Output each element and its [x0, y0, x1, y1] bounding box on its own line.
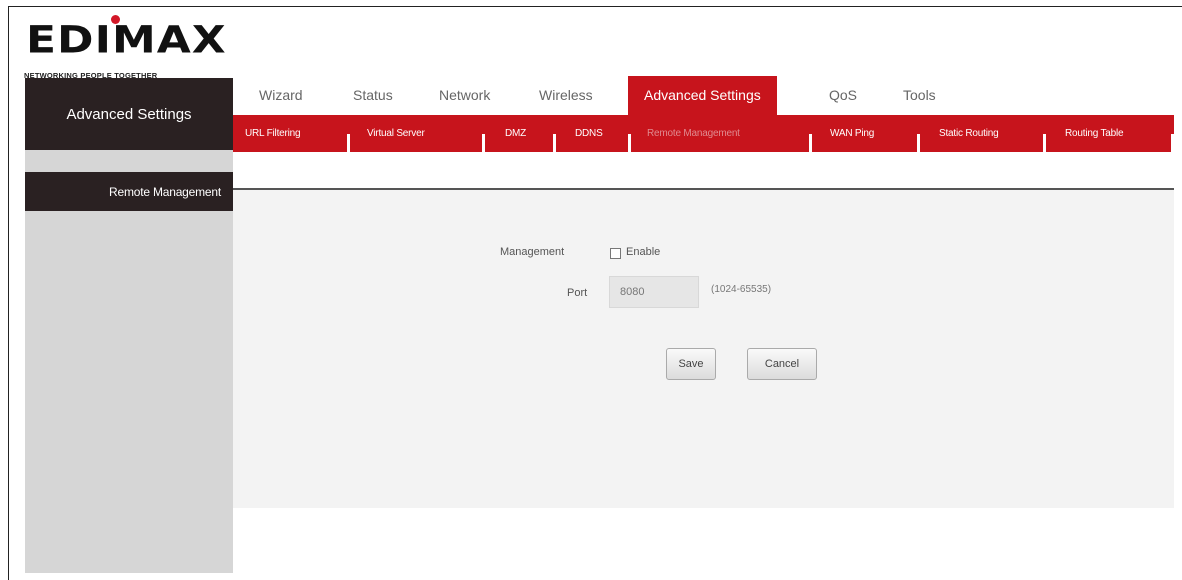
sub-nav: URL Filtering Virtual Server DMZ DDNS Re… — [233, 115, 1174, 152]
tab-network[interactable]: Network — [439, 76, 490, 115]
subnav-separator — [1171, 134, 1174, 152]
subnav-separator — [917, 134, 920, 152]
tab-wizard[interactable]: Wizard — [259, 76, 303, 115]
logo-dot — [111, 15, 120, 24]
subnav-separator — [628, 134, 631, 152]
subtab-wan-ping[interactable]: WAN Ping — [830, 115, 874, 152]
sidebar-item-remote-management[interactable]: Remote Management — [25, 172, 233, 211]
subnav-separator — [1043, 134, 1046, 152]
save-button[interactable]: Save — [666, 348, 716, 380]
tab-wireless[interactable]: Wireless — [539, 76, 593, 115]
cancel-button[interactable]: Cancel — [747, 348, 817, 380]
edimax-logo: EDIMAX NETWORKING PEOPLE TOGETHER — [24, 14, 254, 84]
page-title-area — [233, 152, 1174, 188]
remote-management-form: Management Enable Port (1024-65535) Save… — [233, 190, 1174, 508]
sidebar-header: Advanced Settings — [25, 78, 233, 150]
subtab-ddns[interactable]: DDNS — [575, 115, 603, 152]
subtab-url-filtering[interactable]: URL Filtering — [245, 115, 301, 152]
port-label: Port — [567, 287, 588, 299]
subnav-separator — [347, 134, 350, 152]
subtab-remote-management[interactable]: Remote Management — [647, 115, 740, 152]
subnav-separator — [809, 134, 812, 152]
enable-label: Enable — [626, 246, 661, 258]
enable-checkbox[interactable] — [610, 248, 621, 259]
tab-tools[interactable]: Tools — [903, 76, 936, 115]
subnav-separator — [553, 134, 556, 152]
logo-wordmark: EDIMAX — [26, 18, 227, 62]
subnav-separator — [482, 134, 485, 152]
tab-status[interactable]: Status — [353, 76, 393, 115]
tab-advanced-settings[interactable]: Advanced Settings — [628, 76, 777, 115]
port-input[interactable] — [609, 276, 699, 308]
sidebar: Advanced Settings Remote Management — [25, 78, 233, 573]
management-label: Management — [500, 246, 565, 258]
tab-qos[interactable]: QoS — [829, 76, 857, 115]
port-range-hint: (1024-65535) — [711, 284, 772, 295]
subtab-static-routing[interactable]: Static Routing — [939, 115, 999, 152]
subtab-virtual-server[interactable]: Virtual Server — [367, 115, 425, 152]
subtab-routing-table[interactable]: Routing Table — [1065, 115, 1124, 152]
subtab-dmz[interactable]: DMZ — [505, 115, 526, 152]
